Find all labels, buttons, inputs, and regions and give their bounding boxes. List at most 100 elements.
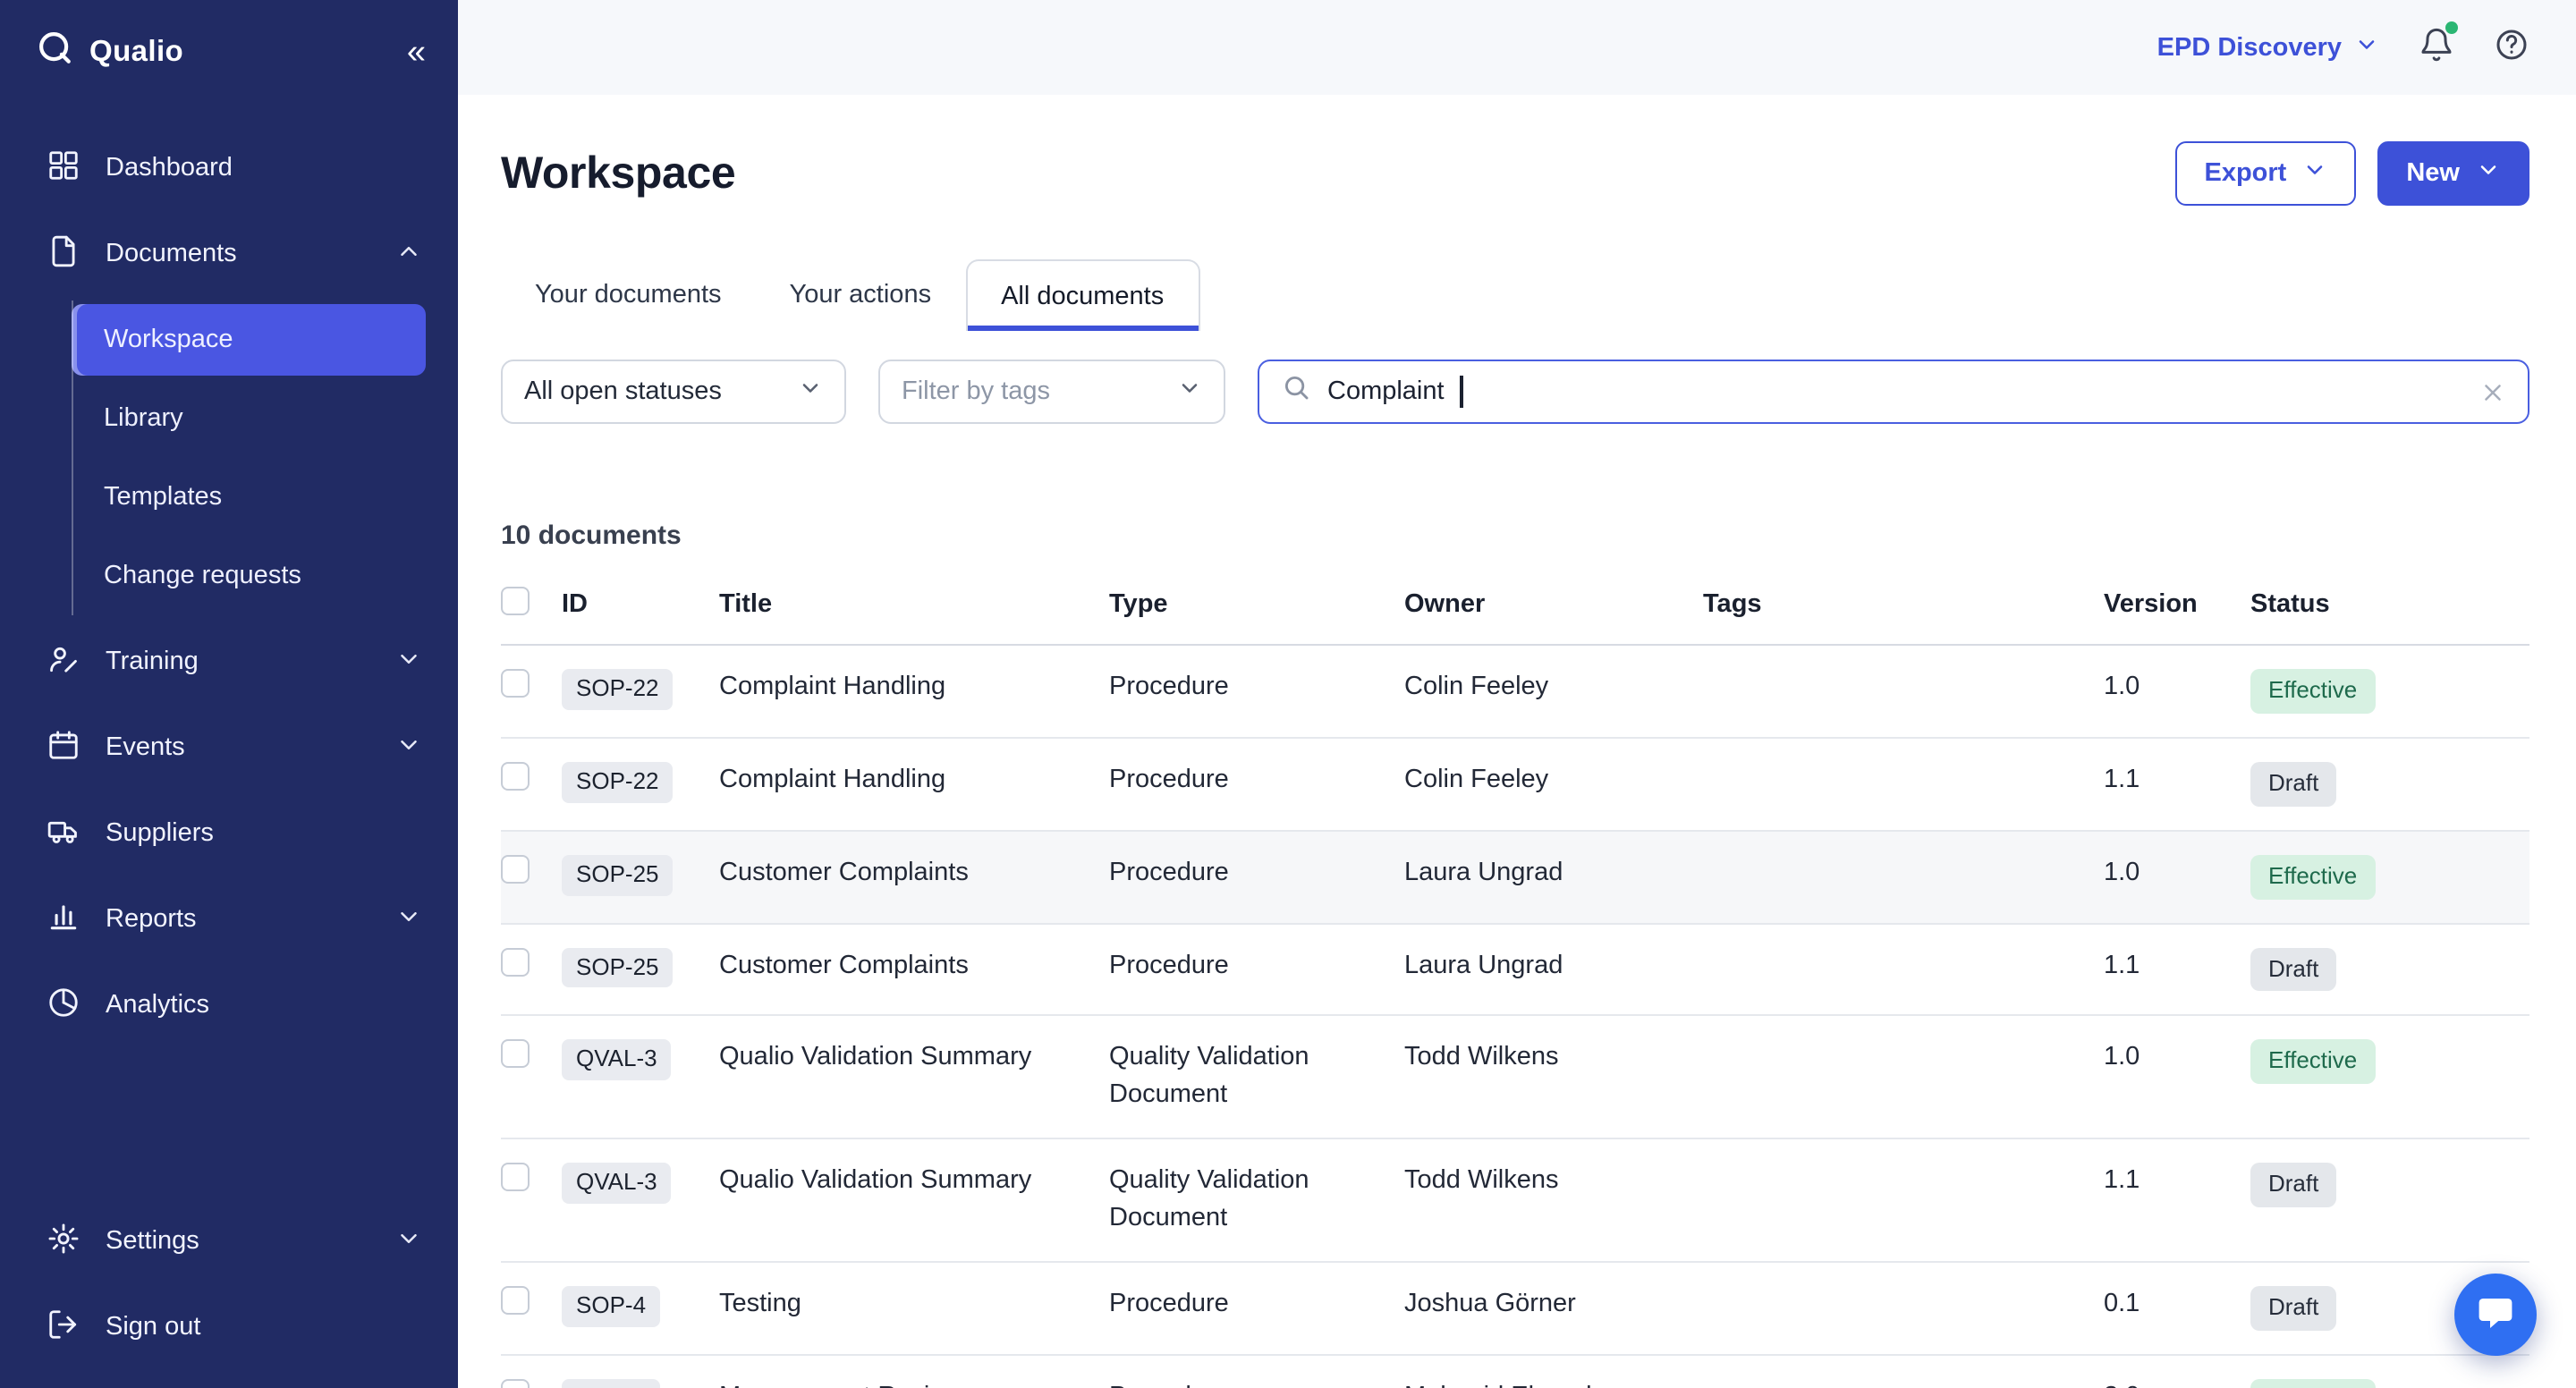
row-checkbox[interactable] xyxy=(501,1287,530,1316)
search-input[interactable]: Complaint xyxy=(1258,360,2529,424)
sidebar-item-dashboard[interactable]: Dashboard xyxy=(0,125,458,211)
doc-type: Quality Validation Document xyxy=(1109,1139,1404,1263)
row-checkbox[interactable] xyxy=(501,1380,530,1388)
doc-owner: Todd Wilkens xyxy=(1404,1016,1703,1139)
doc-owner: Colin Feeley xyxy=(1404,645,1703,738)
dashboard-icon xyxy=(47,148,80,189)
doc-owner: Laura Ungrad xyxy=(1404,923,1703,1016)
doc-title[interactable]: Complaint Handling xyxy=(719,738,1109,831)
sidebar-item-reports[interactable]: Reports xyxy=(0,876,458,962)
doc-title[interactable]: Testing xyxy=(719,1263,1109,1356)
help-circle-icon xyxy=(2494,27,2529,68)
sidebar-item-change-requests[interactable]: Change requests xyxy=(72,540,426,612)
doc-tags xyxy=(1703,830,2104,923)
tab-your-actions[interactable]: Your actions xyxy=(756,259,966,331)
chat-bubble-icon xyxy=(2474,1291,2517,1339)
column-header-tags: Tags xyxy=(1703,572,2104,645)
status-badge: Draft xyxy=(2250,762,2336,807)
tags-filter-select[interactable]: Filter by tags xyxy=(878,360,1225,424)
sidebar: Qualio « Dashboard Documents Workspace L… xyxy=(0,0,458,1388)
table-header-row: ID Title Type Owner Tags Version Status xyxy=(501,572,2529,645)
doc-owner: Colin Feeley xyxy=(1404,738,1703,831)
sidebar-item-library[interactable]: Library xyxy=(72,383,426,454)
org-switcher[interactable]: EPD Discovery xyxy=(2157,31,2379,63)
chat-fab-button[interactable] xyxy=(2454,1274,2537,1356)
content: Workspace Export New Your documents Your… xyxy=(458,95,2576,1388)
doc-type: Procedure xyxy=(1109,830,1404,923)
doc-type: Procedure xyxy=(1109,1263,1404,1356)
sidebar-item-templates[interactable]: Templates xyxy=(72,461,426,533)
row-checkbox[interactable] xyxy=(501,1040,530,1069)
bar-chart-icon xyxy=(47,899,80,940)
select-all-checkbox[interactable] xyxy=(501,587,530,615)
sidebar-item-analytics[interactable]: Analytics xyxy=(0,962,458,1048)
new-button[interactable]: New xyxy=(2377,141,2529,206)
doc-type: Procedure xyxy=(1109,923,1404,1016)
tab-all-documents[interactable]: All documents xyxy=(965,259,1199,331)
doc-title[interactable]: Customer Complaints xyxy=(719,830,1109,923)
table-row[interactable]: QVAL-3Qualio Validation SummaryQuality V… xyxy=(501,1016,2529,1139)
column-header-title: Title xyxy=(719,572,1109,645)
table-row[interactable]: SOP-25Customer ComplaintsProcedureLaura … xyxy=(501,830,2529,923)
tabs: Your documents Your actions All document… xyxy=(501,259,2529,331)
page-title: Workspace xyxy=(501,148,735,199)
row-checkbox[interactable] xyxy=(501,762,530,791)
doc-title[interactable]: Management Review xyxy=(719,1356,1109,1388)
chevron-down-icon xyxy=(2476,157,2501,190)
topbar: EPD Discovery xyxy=(458,0,2576,95)
qualio-logo-icon xyxy=(36,29,73,75)
sidebar-item-events[interactable]: Events xyxy=(0,705,458,791)
row-checkbox[interactable] xyxy=(501,947,530,976)
truck-icon xyxy=(47,813,80,854)
sidebar-item-training[interactable]: Training xyxy=(0,619,458,705)
help-button[interactable] xyxy=(2494,27,2529,68)
app: Qualio « Dashboard Documents Workspace L… xyxy=(0,0,2576,1388)
row-checkbox[interactable] xyxy=(501,1164,530,1192)
search-icon xyxy=(1281,372,1311,411)
row-checkbox[interactable] xyxy=(501,669,530,698)
chevron-down-icon xyxy=(1177,376,1202,408)
status-badge: Effective xyxy=(2250,1040,2375,1085)
tab-your-documents[interactable]: Your documents xyxy=(501,259,756,331)
table-row[interactable]: SOP-4TestingProcedureJoshua Görner0.1Dra… xyxy=(501,1263,2529,1356)
doc-title[interactable]: Qualio Validation Summary xyxy=(719,1016,1109,1139)
sidebar-collapse-button[interactable]: « xyxy=(407,35,426,69)
sidebar-item-settings[interactable]: Settings xyxy=(0,1198,458,1284)
brand-label: Qualio xyxy=(89,35,183,69)
sidebar-item-sign-out[interactable]: Sign out xyxy=(0,1284,458,1370)
table-row[interactable]: SOP-22Complaint HandlingProcedureColin F… xyxy=(501,738,2529,831)
gear-icon xyxy=(47,1221,80,1262)
doc-tags xyxy=(1703,738,2104,831)
chevron-down-icon xyxy=(2354,31,2379,63)
sidebar-item-documents[interactable]: Documents xyxy=(0,211,458,297)
calendar-icon xyxy=(47,727,80,768)
sidebar-item-workspace[interactable]: Workspace xyxy=(72,304,426,376)
doc-title[interactable]: Qualio Validation Summary xyxy=(719,1139,1109,1263)
table-row[interactable]: SOP-1Management ReviewProcedureMohanid E… xyxy=(501,1356,2529,1388)
table-row[interactable]: QVAL-3Qualio Validation SummaryQuality V… xyxy=(501,1139,2529,1263)
notifications-button[interactable] xyxy=(2419,27,2454,68)
status-filter-select[interactable]: All open statuses xyxy=(501,360,846,424)
chevron-down-icon xyxy=(395,902,422,936)
doc-id-badge: SOP-22 xyxy=(562,669,674,710)
doc-id-badge: SOP-22 xyxy=(562,762,674,803)
doc-tags xyxy=(1703,1263,2104,1356)
user-training-icon xyxy=(47,641,80,682)
column-header-version: Version xyxy=(2104,572,2250,645)
table-row[interactable]: SOP-22Complaint HandlingProcedureColin F… xyxy=(501,645,2529,738)
doc-id-badge: SOP-25 xyxy=(562,947,674,988)
doc-title[interactable]: Complaint Handling xyxy=(719,645,1109,738)
table-row[interactable]: SOP-25 Customer ComplaintsProcedureLaura … xyxy=(501,923,2529,1016)
column-header-id: ID xyxy=(562,572,719,645)
clear-search-button[interactable] xyxy=(2479,378,2506,405)
doc-title[interactable]: Customer Complaints xyxy=(719,923,1109,1016)
row-checkbox[interactable] xyxy=(501,854,530,883)
doc-owner: Joshua Görner xyxy=(1404,1263,1703,1356)
doc-id-badge: SOP-4 xyxy=(562,1287,660,1328)
doc-tags xyxy=(1703,1356,2104,1388)
doc-owner: Laura Ungrad xyxy=(1404,830,1703,923)
export-button[interactable]: Export xyxy=(2176,141,2357,206)
documents-count: 10 documents xyxy=(501,520,2529,551)
doc-version: 1.0 xyxy=(2104,1016,2250,1139)
sidebar-item-suppliers[interactable]: Suppliers xyxy=(0,791,458,876)
